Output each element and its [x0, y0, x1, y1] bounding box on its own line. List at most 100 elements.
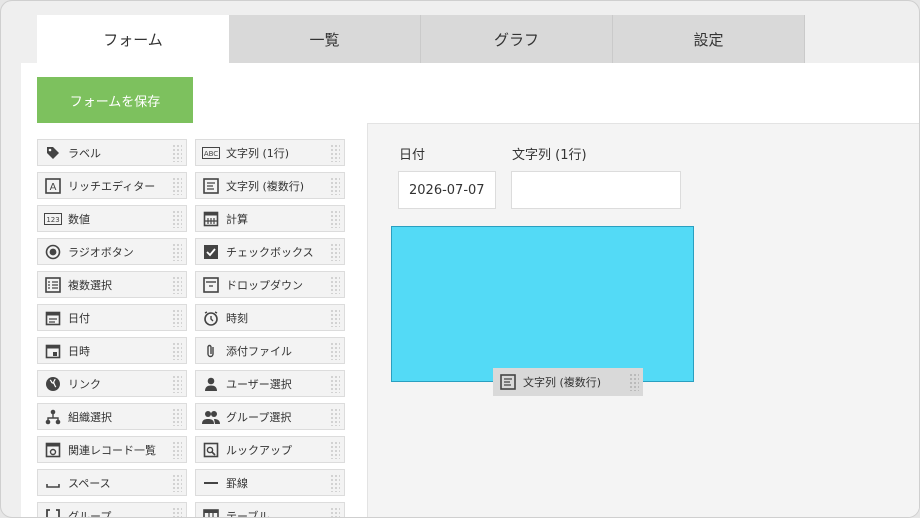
palette-item-datetime[interactable]: 日時	[37, 337, 187, 364]
palette-item-label-text: 添付ファイル	[226, 344, 292, 358]
drag-grip-icon[interactable]	[172, 275, 182, 294]
space-icon	[42, 475, 64, 491]
datetime-icon	[42, 343, 64, 359]
group-bracket-icon	[42, 508, 64, 517]
palette-item-calc[interactable]: 計算	[195, 205, 345, 232]
tab-form[interactable]: フォーム	[37, 15, 229, 63]
palette-item-label-text: 複数選択	[68, 278, 112, 292]
drag-grip-icon[interactable]	[172, 242, 182, 261]
drag-grip-icon[interactable]	[330, 341, 340, 360]
drag-grip-icon[interactable]	[330, 308, 340, 327]
palette-item-label-text: ルックアップ	[226, 443, 292, 457]
palette-item-related-records[interactable]: 関連レコード一覧	[37, 436, 187, 463]
palette-item-label-text: 計算	[226, 212, 248, 226]
tab-list[interactable]: 一覧	[229, 15, 421, 63]
horizontal-rule-icon	[200, 475, 222, 491]
drag-grip-icon[interactable]	[172, 473, 182, 492]
abc-icon: ABC	[200, 146, 222, 159]
lookup-icon	[200, 442, 222, 458]
drag-grip-icon[interactable]	[330, 176, 340, 195]
palette-item-label-text: グループ選択	[226, 410, 292, 424]
save-form-button[interactable]: フォームを保存	[37, 77, 193, 123]
drag-grip-icon[interactable]	[330, 374, 340, 393]
palette-item-checkbox[interactable]: チェックボックス	[195, 238, 345, 265]
rich-editor-icon: A	[42, 177, 64, 194]
single-line-text-field[interactable]	[511, 171, 681, 209]
palette-item-org-select[interactable]: 組織選択	[37, 403, 187, 430]
palette-item-multi-line-text[interactable]: 文字列 (複数行)	[195, 172, 345, 199]
date-field[interactable]: 2026-07-07	[398, 171, 496, 209]
drag-grip-icon[interactable]	[330, 506, 340, 517]
drag-grip-icon[interactable]	[172, 374, 182, 393]
tab-graph[interactable]: グラフ	[421, 15, 613, 63]
checkbox-icon	[200, 244, 222, 260]
drag-grip-icon[interactable]	[172, 176, 182, 195]
multiline-text-icon	[497, 374, 519, 390]
palette-item-lookup[interactable]: ルックアップ	[195, 436, 345, 463]
palette-item-label-text: リンク	[68, 377, 101, 391]
user-icon	[200, 376, 222, 392]
palette-item-user-select[interactable]: ユーザー選択	[195, 370, 345, 397]
palette-item-rich-editor[interactable]: A リッチエディター	[37, 172, 187, 199]
palette-item-label-text: テーブル	[226, 509, 270, 518]
dragging-field-multi-line-text[interactable]: 文字列 (複数行)	[493, 368, 643, 396]
field-palette: ラベル A リッチエディター 123 数値 ラジオボタン 複数選択 日付 日時 …	[21, 123, 367, 518]
org-tree-icon	[42, 409, 64, 425]
related-records-icon	[42, 442, 64, 458]
drag-grip-icon[interactable]	[629, 373, 639, 391]
globe-icon	[42, 376, 64, 392]
palette-item-label-text: ラジオボタン	[68, 245, 134, 259]
dropdown-icon	[200, 276, 222, 293]
palette-item-attachment[interactable]: 添付ファイル	[195, 337, 345, 364]
palette-item-label-text: チェックボックス	[226, 245, 314, 259]
palette-item-label[interactable]: ラベル	[37, 139, 187, 166]
drag-grip-icon[interactable]	[172, 440, 182, 459]
dragging-field-label: 文字列 (複数行)	[523, 376, 602, 389]
palette-item-dropdown[interactable]: ドロップダウン	[195, 271, 345, 298]
drag-grip-icon[interactable]	[172, 308, 182, 327]
palette-item-multi-select[interactable]: 複数選択	[37, 271, 187, 298]
drag-grip-icon[interactable]	[172, 506, 182, 517]
users-icon	[200, 409, 222, 425]
tag-icon	[42, 145, 64, 161]
calendar-icon	[42, 310, 64, 326]
drag-grip-icon[interactable]	[330, 473, 340, 492]
palette-item-number[interactable]: 123 数値	[37, 205, 187, 232]
drag-grip-icon[interactable]	[330, 275, 340, 294]
palette-item-label-text: リッチエディター	[68, 179, 156, 193]
table-icon	[200, 508, 222, 517]
palette-item-single-line-text[interactable]: ABC 文字列 (1行)	[195, 139, 345, 166]
svg-text:A: A	[50, 182, 57, 193]
palette-item-group-select[interactable]: グループ選択	[195, 403, 345, 430]
drag-grip-icon[interactable]	[172, 407, 182, 426]
drag-grip-icon[interactable]	[330, 143, 340, 162]
drop-target-highlight[interactable]	[391, 226, 694, 382]
drag-grip-icon[interactable]	[330, 242, 340, 261]
palette-item-space[interactable]: スペース	[37, 469, 187, 496]
palette-item-link[interactable]: リンク	[37, 370, 187, 397]
palette-item-divider[interactable]: 罫線	[195, 469, 345, 496]
palette-item-table[interactable]: テーブル	[195, 502, 345, 518]
palette-item-time[interactable]: 時刻	[195, 304, 345, 331]
palette-item-label-text: 日時	[68, 344, 90, 358]
palette-item-label-text: ユーザー選択	[226, 377, 292, 391]
drag-grip-icon[interactable]	[330, 407, 340, 426]
palette-item-label-text: 文字列 (1行)	[226, 146, 290, 160]
palette-item-label-text: 組織選択	[68, 410, 112, 424]
drag-grip-icon[interactable]	[330, 209, 340, 228]
drag-grip-icon[interactable]	[330, 440, 340, 459]
palette-item-label-text: 罫線	[226, 476, 248, 490]
palette-item-label-text: 文字列 (複数行)	[226, 179, 305, 193]
clock-icon	[200, 310, 222, 326]
form-editor-panel: フォームを保存 ラベル A リッチエディター 123 数値 ラジオボタン 複数選…	[21, 63, 919, 518]
palette-item-radio[interactable]: ラジオボタン	[37, 238, 187, 265]
palette-item-group[interactable]: グループ	[37, 502, 187, 517]
drag-grip-icon[interactable]	[172, 209, 182, 228]
tab-bar: フォーム 一覧 グラフ 設定	[37, 15, 805, 63]
palette-item-label-text: 日付	[68, 311, 90, 325]
palette-item-date[interactable]: 日付	[37, 304, 187, 331]
drag-grip-icon[interactable]	[172, 143, 182, 162]
tab-settings[interactable]: 設定	[613, 15, 805, 63]
palette-item-label-text: 関連レコード一覧	[68, 443, 156, 457]
drag-grip-icon[interactable]	[172, 341, 182, 360]
